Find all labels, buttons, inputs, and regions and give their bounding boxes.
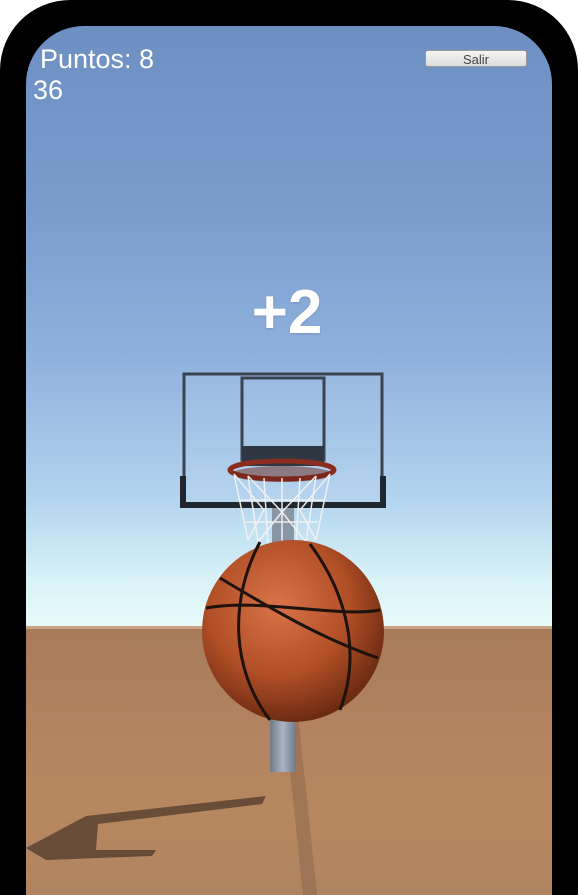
- hoop-shadow: [26, 796, 266, 860]
- timer-label: 36: [33, 75, 64, 105]
- exit-button[interactable]: Salir: [425, 50, 527, 67]
- basketball[interactable]: [200, 538, 386, 724]
- points-popup: +2: [251, 278, 323, 347]
- hoop-pole: [270, 716, 296, 772]
- score-label: Puntos: 8: [40, 44, 155, 74]
- device-frame: Puntos: 8 36 Salir +2: [0, 0, 578, 895]
- game-screen[interactable]: Puntos: 8 36 Salir +2: [26, 26, 552, 895]
